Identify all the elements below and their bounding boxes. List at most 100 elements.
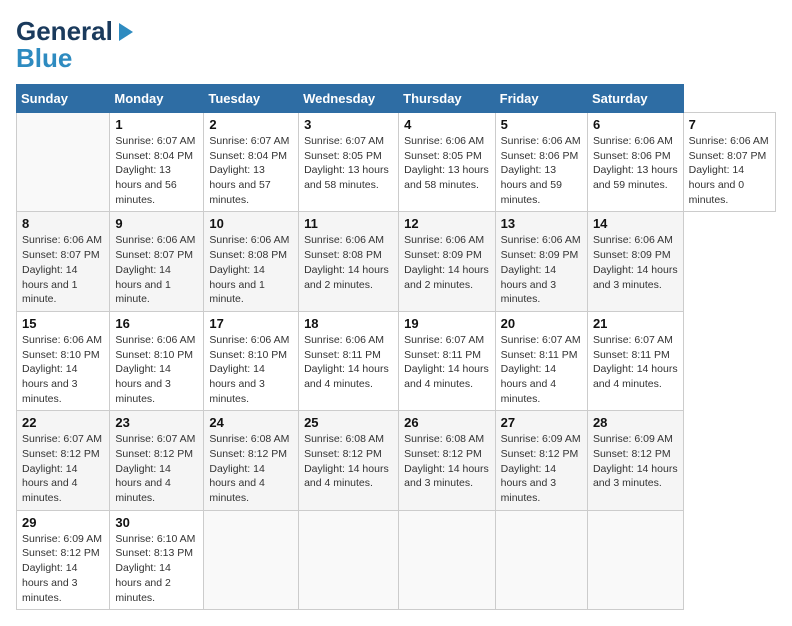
day-number: 8 [22,216,104,231]
day-info: Sunrise: 6:06 AMSunset: 8:09 PMDaylight:… [404,233,489,292]
day-number: 16 [115,316,198,331]
calendar-cell: 15Sunrise: 6:06 AMSunset: 8:10 PMDayligh… [17,311,110,410]
day-number: 26 [404,415,489,430]
day-info: Sunrise: 6:07 AMSunset: 8:04 PMDaylight:… [209,134,293,207]
day-number: 3 [304,117,393,132]
calendar-cell: 27 Sunrise: 6:09 AMSunset: 8:12 PMDayligh… [495,411,587,510]
calendar-header-row: SundayMondayTuesdayWednesdayThursdayFrid… [17,85,776,113]
day-info: Sunrise: 6:06 AMSunset: 8:09 PMDaylight:… [501,233,582,306]
calendar-cell: 7 Sunrise: 6:06 AMSunset: 8:07 PMDaylight… [683,113,775,212]
weekday-header: Monday [110,85,204,113]
calendar-cell: 11 Sunrise: 6:06 AMSunset: 8:08 PMDayligh… [299,212,399,311]
day-number: 1 [115,117,198,132]
day-number: 25 [304,415,393,430]
calendar-cell [17,113,110,212]
calendar-cell: 25 Sunrise: 6:08 AMSunset: 8:12 PMDayligh… [299,411,399,510]
calendar-cell: 20 Sunrise: 6:07 AMSunset: 8:11 PMDayligh… [495,311,587,410]
day-number: 13 [501,216,582,231]
day-info: Sunrise: 6:09 AMSunset: 8:12 PMDaylight:… [501,432,582,505]
day-number: 29 [22,515,104,530]
day-number: 4 [404,117,489,132]
day-info: Sunrise: 6:07 AMSunset: 8:11 PMDaylight:… [593,333,678,392]
day-info: Sunrise: 6:07 AMSunset: 8:04 PMDaylight:… [115,134,198,207]
day-number: 5 [501,117,582,132]
day-info: Sunrise: 6:10 AMSunset: 8:13 PMDaylight:… [115,532,198,605]
calendar-cell: 2 Sunrise: 6:07 AMSunset: 8:04 PMDaylight… [204,113,299,212]
logo-blue: Blue [16,43,72,74]
day-info: Sunrise: 6:07 AMSunset: 8:11 PMDaylight:… [501,333,582,406]
calendar-cell: 14 Sunrise: 6:06 AMSunset: 8:09 PMDayligh… [587,212,683,311]
calendar-cell: 3 Sunrise: 6:07 AMSunset: 8:05 PMDaylight… [299,113,399,212]
day-number: 17 [209,316,293,331]
calendar-cell: 30Sunrise: 6:10 AMSunset: 8:13 PMDayligh… [110,510,204,609]
calendar-cell [399,510,495,609]
calendar-cell: 6 Sunrise: 6:06 AMSunset: 8:06 PMDaylight… [587,113,683,212]
day-number: 18 [304,316,393,331]
calendar-week-row: 1 Sunrise: 6:07 AMSunset: 8:04 PMDaylight… [17,113,776,212]
calendar-cell [587,510,683,609]
day-info: Sunrise: 6:06 AMSunset: 8:07 PMDaylight:… [689,134,770,207]
day-number: 12 [404,216,489,231]
day-info: Sunrise: 6:08 AMSunset: 8:12 PMDaylight:… [209,432,293,505]
calendar-cell: 8 Sunrise: 6:06 AMSunset: 8:07 PMDaylight… [17,212,110,311]
day-number: 20 [501,316,582,331]
day-info: Sunrise: 6:06 AMSunset: 8:08 PMDaylight:… [209,233,293,306]
calendar-cell: 5Sunrise: 6:06 AMSunset: 8:06 PMDaylight… [495,113,587,212]
day-info: Sunrise: 6:08 AMSunset: 8:12 PMDaylight:… [304,432,393,491]
calendar-cell: 21 Sunrise: 6:07 AMSunset: 8:11 PMDayligh… [587,311,683,410]
calendar-cell: 13 Sunrise: 6:06 AMSunset: 8:09 PMDayligh… [495,212,587,311]
day-info: Sunrise: 6:06 AMSunset: 8:10 PMDaylight:… [115,333,198,406]
day-number: 2 [209,117,293,132]
day-info: Sunrise: 6:06 AMSunset: 8:11 PMDaylight:… [304,333,393,392]
day-number: 10 [209,216,293,231]
day-info: Sunrise: 6:06 AMSunset: 8:07 PMDaylight:… [22,233,104,306]
day-info: Sunrise: 6:08 AMSunset: 8:12 PMDaylight:… [404,432,489,491]
logo-arrow-icon [115,21,137,43]
calendar-cell: 16 Sunrise: 6:06 AMSunset: 8:10 PMDayligh… [110,311,204,410]
calendar-week-row: 22 Sunrise: 6:07 AMSunset: 8:12 PMDayligh… [17,411,776,510]
day-number: 6 [593,117,678,132]
logo: General Blue [16,16,137,74]
day-info: Sunrise: 6:06 AMSunset: 8:09 PMDaylight:… [593,233,678,292]
day-info: Sunrise: 6:06 AMSunset: 8:06 PMDaylight:… [593,134,678,193]
calendar-cell [299,510,399,609]
calendar-cell: 28 Sunrise: 6:09 AMSunset: 8:12 PMDayligh… [587,411,683,510]
calendar-table: SundayMondayTuesdayWednesdayThursdayFrid… [16,84,776,610]
day-number: 22 [22,415,104,430]
day-info: Sunrise: 6:07 AMSunset: 8:12 PMDaylight:… [115,432,198,505]
weekday-header: Tuesday [204,85,299,113]
calendar-cell: 4 Sunrise: 6:06 AMSunset: 8:05 PMDaylight… [399,113,495,212]
day-info: Sunrise: 6:07 AMSunset: 8:11 PMDaylight:… [404,333,489,392]
calendar-cell: 9Sunrise: 6:06 AMSunset: 8:07 PMDaylight… [110,212,204,311]
day-info: Sunrise: 6:06 AMSunset: 8:08 PMDaylight:… [304,233,393,292]
calendar-cell: 22 Sunrise: 6:07 AMSunset: 8:12 PMDayligh… [17,411,110,510]
calendar-cell: 19Sunrise: 6:07 AMSunset: 8:11 PMDayligh… [399,311,495,410]
day-info: Sunrise: 6:09 AMSunset: 8:12 PMDaylight:… [22,532,104,605]
day-info: Sunrise: 6:07 AMSunset: 8:05 PMDaylight:… [304,134,393,193]
weekday-header: Friday [495,85,587,113]
weekday-header: Saturday [587,85,683,113]
calendar-cell: 29 Sunrise: 6:09 AMSunset: 8:12 PMDayligh… [17,510,110,609]
calendar-week-row: 29 Sunrise: 6:09 AMSunset: 8:12 PMDayligh… [17,510,776,609]
day-number: 27 [501,415,582,430]
day-number: 9 [115,216,198,231]
calendar-cell: 10 Sunrise: 6:06 AMSunset: 8:08 PMDayligh… [204,212,299,311]
calendar-cell: 23Sunrise: 6:07 AMSunset: 8:12 PMDayligh… [110,411,204,510]
calendar-cell [495,510,587,609]
page-header: General Blue [16,16,776,74]
calendar-cell: 17Sunrise: 6:06 AMSunset: 8:10 PMDayligh… [204,311,299,410]
day-number: 15 [22,316,104,331]
calendar-cell: 1 Sunrise: 6:07 AMSunset: 8:04 PMDaylight… [110,113,204,212]
day-info: Sunrise: 6:09 AMSunset: 8:12 PMDaylight:… [593,432,678,491]
day-number: 28 [593,415,678,430]
day-info: Sunrise: 6:07 AMSunset: 8:12 PMDaylight:… [22,432,104,505]
day-number: 21 [593,316,678,331]
day-info: Sunrise: 6:06 AMSunset: 8:05 PMDaylight:… [404,134,489,193]
day-number: 24 [209,415,293,430]
weekday-header: Wednesday [299,85,399,113]
day-number: 11 [304,216,393,231]
day-number: 7 [689,117,770,132]
calendar-cell: 26 Sunrise: 6:08 AMSunset: 8:12 PMDayligh… [399,411,495,510]
day-number: 14 [593,216,678,231]
calendar-week-row: 8 Sunrise: 6:06 AMSunset: 8:07 PMDaylight… [17,212,776,311]
